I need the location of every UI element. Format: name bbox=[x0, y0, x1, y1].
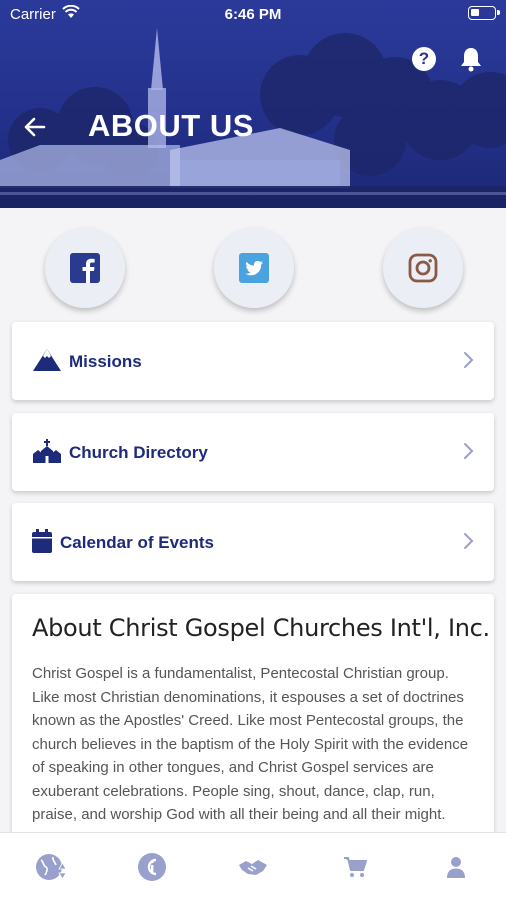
missions-menu-item[interactable]: Missions bbox=[12, 322, 494, 400]
about-title: About Christ Gospel Churches Int'l, Inc. bbox=[32, 614, 490, 642]
globe-icon bbox=[36, 854, 67, 880]
facebook-icon bbox=[70, 253, 100, 283]
missions-label: Missions bbox=[69, 352, 142, 371]
calendar-label: Calendar of Events bbox=[60, 533, 214, 552]
bottom-nav bbox=[0, 832, 506, 900]
calendar-menu-item[interactable]: Calendar of Events bbox=[12, 503, 494, 581]
back-arrow-icon[interactable] bbox=[22, 114, 48, 145]
page-title: ABOUT US bbox=[88, 108, 254, 143]
bell-icon[interactable] bbox=[459, 46, 483, 77]
church-directory-label: Church Directory bbox=[69, 443, 208, 462]
header: Carrier 6:46 PM ? ABOUT US bbox=[0, 0, 506, 208]
facebook-button[interactable] bbox=[45, 228, 125, 308]
nav-handshake[interactable] bbox=[233, 851, 273, 883]
info-icon bbox=[138, 853, 166, 881]
twitter-icon bbox=[239, 253, 269, 283]
chevron-right-icon bbox=[464, 352, 474, 368]
chevron-right-icon bbox=[464, 533, 474, 549]
church-photo-background bbox=[0, 28, 506, 208]
nav-profile[interactable] bbox=[436, 851, 476, 883]
mountain-icon bbox=[33, 349, 61, 371]
chevron-right-icon bbox=[464, 443, 474, 459]
church-directory-menu-item[interactable]: Church Directory bbox=[12, 413, 494, 491]
status-bar: Carrier 6:46 PM bbox=[0, 0, 506, 28]
instagram-icon bbox=[408, 253, 438, 283]
church-icon bbox=[33, 439, 61, 463]
cart-icon bbox=[344, 857, 367, 877]
nav-cart[interactable] bbox=[335, 851, 375, 883]
instagram-button[interactable] bbox=[383, 228, 463, 308]
nav-info[interactable] bbox=[132, 851, 172, 883]
battery-icon bbox=[468, 6, 500, 20]
nav-globe[interactable] bbox=[31, 851, 71, 883]
status-time: 6:46 PM bbox=[224, 6, 282, 23]
user-icon bbox=[447, 857, 465, 878]
about-body: Christ Gospel is a fundamentalist, Pente… bbox=[32, 665, 469, 823]
handshake-icon bbox=[239, 860, 267, 875]
calendar-icon bbox=[32, 529, 52, 553]
twitter-button[interactable] bbox=[214, 228, 294, 308]
help-icon[interactable]: ? bbox=[412, 47, 436, 71]
about-card: About Christ Gospel Churches Int'l, Inc.… bbox=[12, 594, 494, 854]
